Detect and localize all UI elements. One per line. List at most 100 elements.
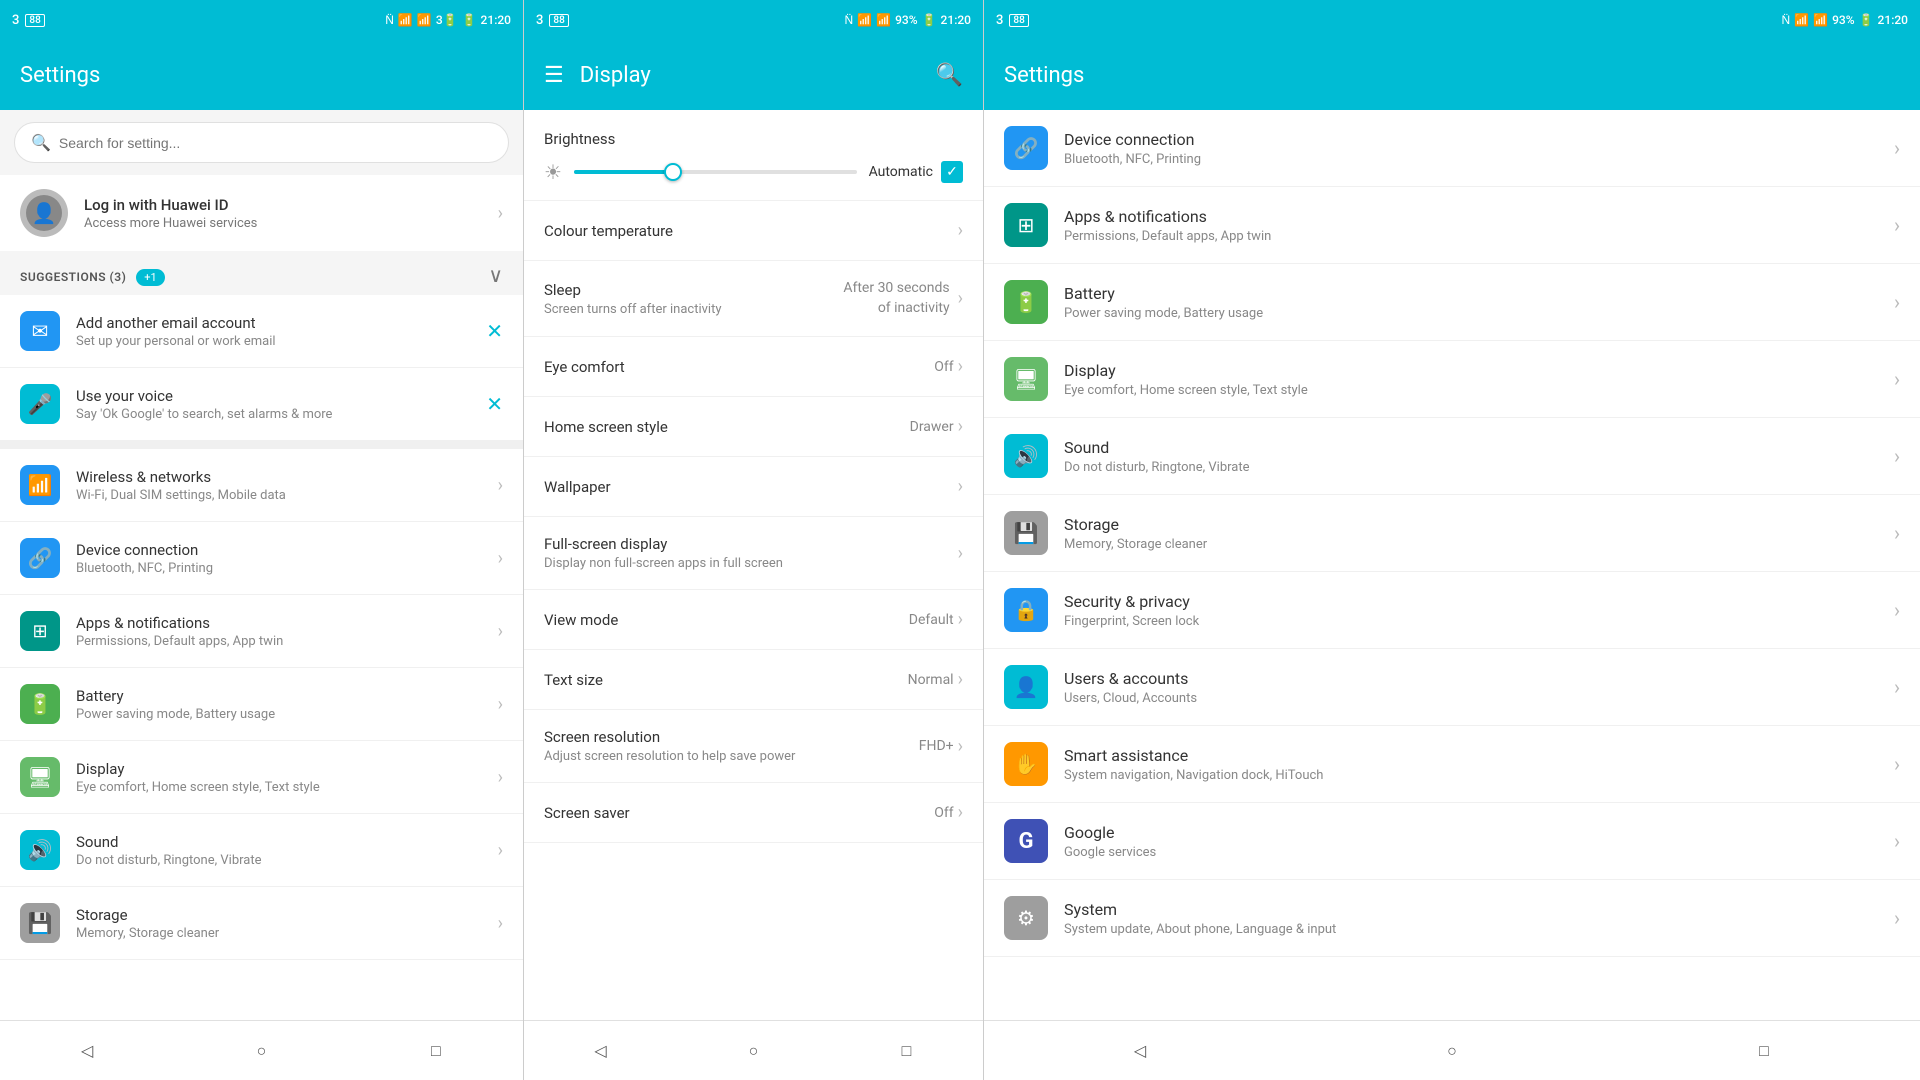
colour-temp-title: Colour temperature xyxy=(544,222,958,240)
suggestion-email-title: Add another email account xyxy=(76,314,486,332)
search-icon: 🔍 xyxy=(31,133,51,152)
display-search-icon[interactable]: 🔍 xyxy=(936,63,963,88)
right-users[interactable]: 👤 Users & accounts Users, Cloud, Account… xyxy=(984,649,1920,726)
left-nav-bar: ◁ ○ □ xyxy=(0,1020,523,1080)
text-size-chevron: › xyxy=(958,669,963,690)
brightness-section: Brightness ☀ Automatic ✓ xyxy=(524,110,983,201)
right-system[interactable]: ⚙ System System update, About phone, Lan… xyxy=(984,880,1920,957)
back-button[interactable]: ◁ xyxy=(67,1031,107,1071)
right-smart-chevron: › xyxy=(1894,752,1900,776)
right-sound[interactable]: 🔊 Sound Do not disturb, Ringtone, Vibrat… xyxy=(984,418,1920,495)
right-security-title: Security & privacy xyxy=(1064,592,1894,611)
right-recent-button[interactable]: □ xyxy=(1744,1031,1784,1071)
settings-sound[interactable]: 🔊 Sound Do not disturb, Ringtone, Vibrat… xyxy=(0,814,523,887)
suggestion-voice-title: Use your voice xyxy=(76,387,486,405)
wallpaper-chevron: › xyxy=(958,476,963,497)
display-view-mode[interactable]: View mode Default › xyxy=(524,590,983,650)
mid-home-button[interactable]: ○ xyxy=(734,1031,774,1071)
brightness-slider[interactable] xyxy=(574,170,857,174)
settings-apps[interactable]: ⊞ Apps & notifications Permissions, Defa… xyxy=(0,595,523,668)
right-device-sub: Bluetooth, NFC, Printing xyxy=(1064,152,1894,167)
suggestion-voice-text: Use your voice Say 'Ok Google' to search… xyxy=(76,387,486,422)
home-screen-chevron: › xyxy=(958,416,963,437)
storage-sub: Memory, Storage cleaner xyxy=(76,926,498,941)
menu-icon[interactable]: ☰ xyxy=(544,63,564,88)
right-status-left: 3 88 xyxy=(996,13,1029,28)
display-app-bar-left: ☰ Display xyxy=(544,63,651,88)
right-home-button[interactable]: ○ xyxy=(1432,1031,1472,1071)
right-display-title: Display xyxy=(1064,361,1894,380)
storage-text: Storage Memory, Storage cleaner xyxy=(76,906,498,941)
storage-icon: 💾 xyxy=(20,903,60,943)
display-fullscreen[interactable]: Full-screen display Display non full-scr… xyxy=(524,517,983,590)
right-display[interactable]: 🖥 Display Eye comfort, Home screen style… xyxy=(984,341,1920,418)
sound-icon: 🔊 xyxy=(20,830,60,870)
screen-res-value: FHD+ xyxy=(919,738,954,754)
settings-battery[interactable]: 🔋 Battery Power saving mode, Battery usa… xyxy=(0,668,523,741)
right-google-chevron: › xyxy=(1894,829,1900,853)
suggestion-email-sub: Set up your personal or work email xyxy=(76,334,486,349)
right-nav-bar: ◁ ○ □ xyxy=(984,1020,1920,1080)
sound-text: Sound Do not disturb, Ringtone, Vibrate xyxy=(76,833,498,868)
recent-button[interactable]: □ xyxy=(416,1031,456,1071)
battery-icon: 🔋 xyxy=(462,13,477,27)
sound-sub: Do not disturb, Ringtone, Vibrate xyxy=(76,853,498,868)
fullscreen-chevron: › xyxy=(958,543,963,564)
right-device-connection[interactable]: 🔗 Device connection Bluetooth, NFC, Prin… xyxy=(984,110,1920,187)
auto-checkbox[interactable]: ✓ xyxy=(941,161,963,183)
display-wallpaper[interactable]: Wallpaper › xyxy=(524,457,983,517)
screen-res-sub: Adjust screen resolution to help save po… xyxy=(544,749,919,764)
screen-saver-right: Off › xyxy=(934,802,963,823)
right-security[interactable]: 🔒 Security & privacy Fingerprint, Screen… xyxy=(984,572,1920,649)
mid-back-button[interactable]: ◁ xyxy=(581,1031,621,1071)
right-battery-chevron: › xyxy=(1894,290,1900,314)
left-status-bar: 3 88 N̈ 📶 📶 3🔋 🔋 21:20 xyxy=(0,0,523,40)
display-eye-comfort[interactable]: Eye comfort Off › xyxy=(524,337,983,397)
right-storage[interactable]: 💾 Storage Memory, Storage cleaner › xyxy=(984,495,1920,572)
right-apps[interactable]: ⊞ Apps & notifications Permissions, Defa… xyxy=(984,187,1920,264)
display-text-size[interactable]: Text size Normal › xyxy=(524,650,983,710)
home-button[interactable]: ○ xyxy=(241,1031,281,1071)
settings-device-connection[interactable]: 🔗 Device connection Bluetooth, NFC, Prin… xyxy=(0,522,523,595)
mid-status-right: N̈ 📶 📶 93% 🔋 21:20 xyxy=(845,13,971,27)
screen-res-chevron: › xyxy=(958,736,963,757)
auto-row: Automatic ✓ xyxy=(869,161,963,183)
wireless-title: Wireless & networks xyxy=(76,468,498,486)
close-voice-button[interactable]: ✕ xyxy=(486,392,503,416)
auto-label: Automatic xyxy=(869,164,933,180)
right-status-bar: 3 88 N̈ 📶 📶 93% 🔋 21:20 xyxy=(984,0,1920,40)
right-apps-icon: ⊞ xyxy=(1004,203,1048,247)
mid-recent-button[interactable]: □ xyxy=(887,1031,927,1071)
text-size-value: Normal xyxy=(908,672,954,688)
wallpaper-title: Wallpaper xyxy=(544,478,958,496)
suggestion-voice[interactable]: 🎤 Use your voice Say 'Ok Google' to sear… xyxy=(0,368,523,441)
settings-wireless[interactable]: 📶 Wireless & networks Wi-Fi, Dual SIM se… xyxy=(0,449,523,522)
device-connection-icon: 🔗 xyxy=(20,538,60,578)
apps-sub: Permissions, Default apps, App twin xyxy=(76,634,498,649)
settings-storage[interactable]: 💾 Storage Memory, Storage cleaner › xyxy=(0,887,523,960)
display-colour-temperature[interactable]: Colour temperature › xyxy=(524,201,983,261)
right-google[interactable]: G Google Google services › xyxy=(984,803,1920,880)
right-battery[interactable]: 🔋 Battery Power saving mode, Battery usa… xyxy=(984,264,1920,341)
close-email-button[interactable]: ✕ xyxy=(486,319,503,343)
right-back-button[interactable]: ◁ xyxy=(1120,1031,1160,1071)
expand-icon[interactable]: ∨ xyxy=(488,263,503,287)
display-screen-resolution[interactable]: Screen resolution Adjust screen resoluti… xyxy=(524,710,983,783)
right-battery-title: Battery xyxy=(1064,284,1894,303)
right-sound-text: Sound Do not disturb, Ringtone, Vibrate xyxy=(1064,438,1894,475)
display-sleep[interactable]: Sleep Screen turns off after inactivity … xyxy=(524,261,983,337)
display-screen-saver[interactable]: Screen saver Off › xyxy=(524,783,983,843)
screen-res-right: FHD+ › xyxy=(919,736,963,757)
profile-row[interactable]: 👤 Log in with Huawei ID Access more Huaw… xyxy=(0,175,523,251)
display-home-screen[interactable]: Home screen style Drawer › xyxy=(524,397,983,457)
settings-display[interactable]: 🖥 Display Eye comfort, Home screen style… xyxy=(0,741,523,814)
right-battery-sub: Power saving mode, Battery usage xyxy=(1064,306,1894,321)
right-smart-assistance[interactable]: ✋ Smart assistance System navigation, Na… xyxy=(984,726,1920,803)
suggestion-email[interactable]: ✉ Add another email account Set up your … xyxy=(0,295,523,368)
search-bar[interactable]: 🔍 xyxy=(14,122,509,163)
avatar: 👤 xyxy=(20,189,68,237)
colour-temp-chevron: › xyxy=(958,220,963,241)
brightness-thumb[interactable] xyxy=(664,163,682,181)
colour-temp-left: Colour temperature xyxy=(544,222,958,240)
search-input[interactable] xyxy=(59,135,492,151)
